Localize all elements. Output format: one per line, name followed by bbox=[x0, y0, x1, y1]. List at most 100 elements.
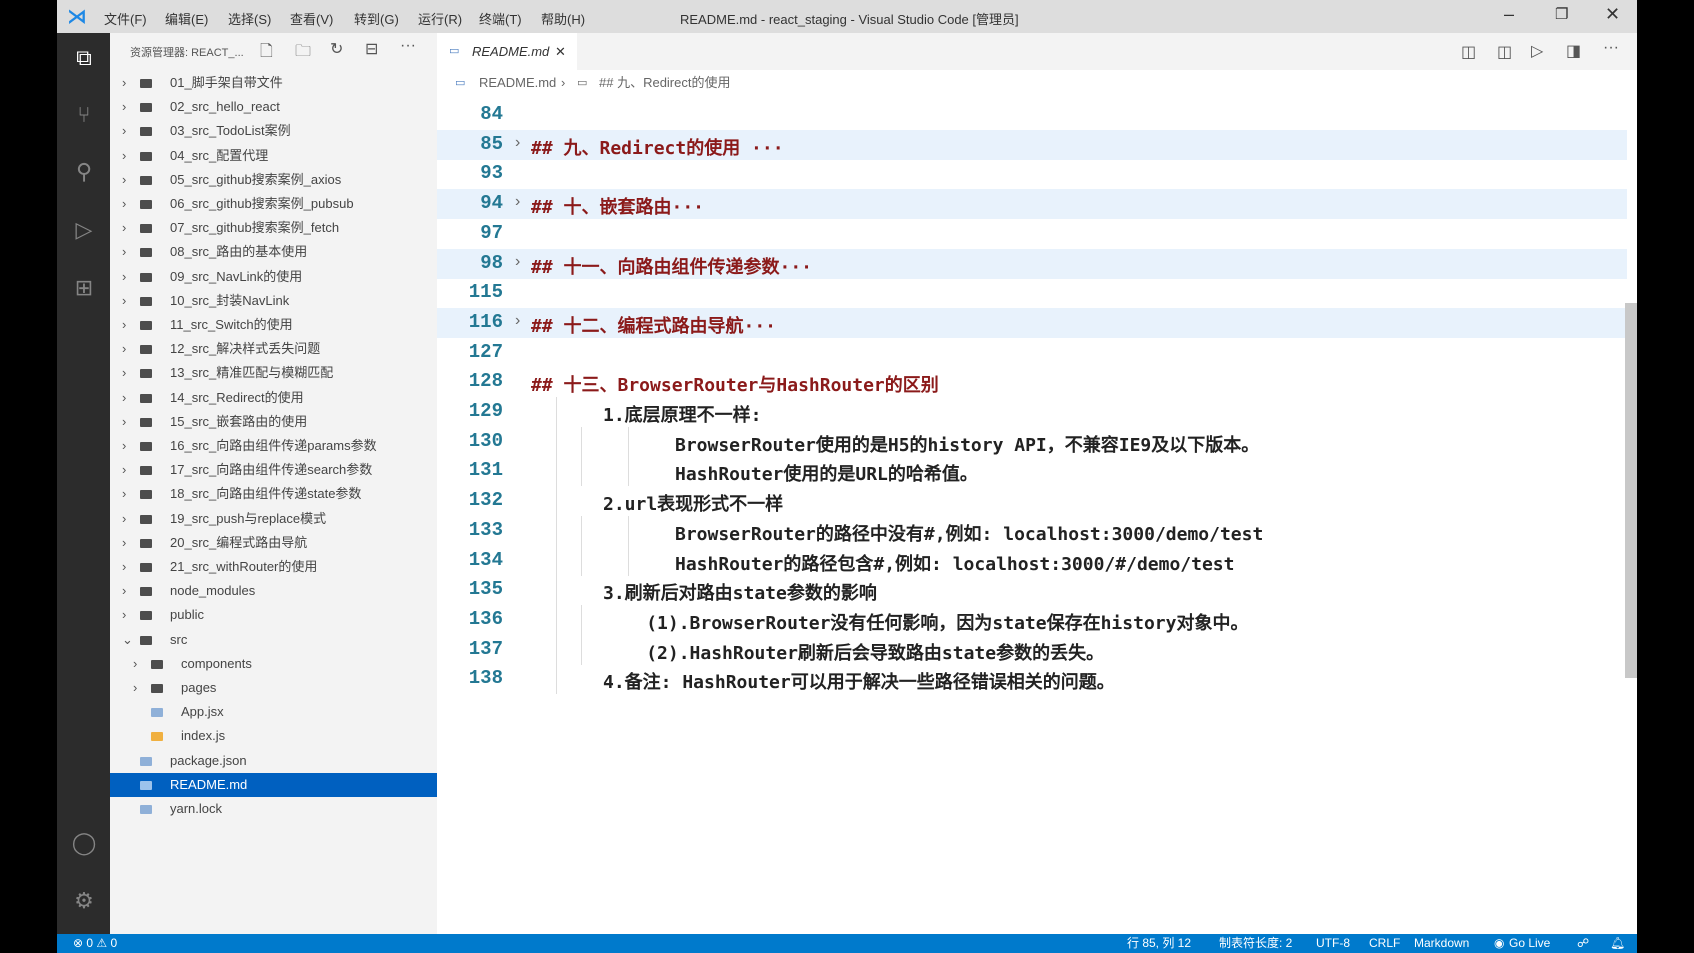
line-ending[interactable]: CRLF bbox=[1369, 934, 1400, 953]
file-tree-item[interactable]: › pages bbox=[110, 676, 437, 700]
language-mode[interactable]: Markdown bbox=[1414, 934, 1469, 953]
menu-item[interactable]: 终端(T) bbox=[479, 9, 522, 28]
breadcrumb-section[interactable]: ## 九、Redirect的使用 bbox=[599, 70, 730, 96]
file-tree-item[interactable]: › 08_src_路由的基本使用 bbox=[110, 240, 437, 264]
search-icon[interactable]: ⚲ bbox=[69, 157, 99, 187]
file-tree-item[interactable]: package.json bbox=[110, 749, 437, 773]
chevron-right-icon: › bbox=[122, 365, 127, 381]
code-text: 3.刷新后对路由state参数的影响 bbox=[603, 583, 877, 605]
file-tree-item[interactable]: › 06_src_github搜索案例_pubsub bbox=[110, 192, 437, 216]
tab-size[interactable]: 制表符长度: 2 bbox=[1219, 934, 1292, 953]
file-tree-item[interactable]: › 15_src_嵌套路由的使用 bbox=[110, 410, 437, 434]
close-button[interactable]: ✕ bbox=[1605, 4, 1620, 25]
file-tree-item[interactable]: › components bbox=[110, 652, 437, 676]
chevron-right-icon: › bbox=[133, 680, 138, 695]
file-tree-item[interactable]: App.jsx bbox=[110, 700, 437, 724]
tab-bar: ▭ README.md ✕ ◫ ◫ ▷ ◨ ··· bbox=[437, 33, 1637, 70]
tab-readme[interactable]: ▭ README.md ✕ bbox=[437, 33, 577, 70]
broadcast-icon: ◉ bbox=[1494, 936, 1505, 950]
menu-item[interactable]: 转到(G) bbox=[354, 9, 399, 28]
cursor-position[interactable]: 行 85, 列 12 bbox=[1127, 934, 1191, 953]
settings-gear-icon[interactable]: ⚙ bbox=[69, 886, 99, 916]
menu-item[interactable]: 查看(V) bbox=[290, 9, 333, 28]
notifications-bell-icon[interactable]: 🔔︎ bbox=[1610, 934, 1625, 953]
menu-item[interactable]: 文件(F) bbox=[104, 9, 147, 28]
new-folder-icon[interactable]: 🗀 bbox=[295, 40, 311, 67]
file-tree-item[interactable]: › 04_src_配置代理 bbox=[110, 144, 437, 168]
menu-item[interactable]: 选择(S) bbox=[228, 9, 271, 28]
tab-close-icon[interactable]: ✕ bbox=[555, 33, 566, 70]
file-tree-item[interactable]: › 07_src_github搜索案例_fetch bbox=[110, 216, 437, 240]
run-icon[interactable]: ▷ bbox=[1531, 41, 1543, 61]
breadcrumb-file[interactable]: README.md bbox=[479, 70, 556, 96]
line-number: 134 bbox=[468, 548, 503, 571]
run-debug-icon[interactable]: ▷ bbox=[69, 215, 99, 245]
menu-item[interactable]: 帮助(H) bbox=[541, 9, 585, 28]
file-tree-item[interactable]: index.js bbox=[110, 724, 437, 748]
fold-chevron-icon[interactable]: › bbox=[515, 253, 520, 271]
line-number: 138 bbox=[468, 667, 503, 690]
file-tree-label: 19_src_push与replace模式 bbox=[170, 510, 327, 526]
file-tree-item[interactable]: › 18_src_向路由组件传递state参数 bbox=[110, 482, 437, 506]
chevron-right-icon: › bbox=[122, 486, 127, 502]
code-editor[interactable]: 84 85 › ## 九、Redirect的使用 ··· 93 94 › ## 十、嵌套路由·… bbox=[437, 96, 1627, 934]
problems-indicator[interactable]: ⊗ 0 ⚠ 0 bbox=[73, 934, 117, 953]
file-tree-item[interactable]: › 13_src_精准匹配与模糊匹配 bbox=[110, 361, 437, 385]
file-tree-item[interactable]: › 14_src_Redirect的使用 bbox=[110, 386, 437, 410]
file-tree-item[interactable]: README.md bbox=[110, 772, 437, 797]
restore-button[interactable]: ❐ bbox=[1555, 5, 1568, 23]
split-editor-icon[interactable]: ◨ bbox=[1566, 41, 1581, 61]
chevron-right-icon: › bbox=[122, 413, 127, 429]
file-tree-item[interactable]: › node_modules bbox=[110, 579, 437, 603]
file-tree-item[interactable]: yarn.lock bbox=[110, 797, 437, 821]
indent-guide bbox=[556, 486, 557, 517]
minimize-button[interactable]: – bbox=[1504, 4, 1514, 25]
fold-chevron-icon[interactable]: › bbox=[515, 193, 520, 211]
indent-guide bbox=[556, 545, 557, 576]
line-number: 133 bbox=[468, 518, 503, 541]
code-line: 132 2.url表现形式不一样 bbox=[437, 486, 1627, 517]
markdown-heading: ## 十、嵌套路由··· bbox=[531, 197, 705, 219]
collapse-all-icon[interactable]: ⊟ bbox=[365, 39, 378, 59]
source-control-icon[interactable]: ⑂ bbox=[69, 100, 99, 130]
file-tree-item[interactable]: › 05_src_github搜索案例_axios bbox=[110, 168, 437, 192]
feedback-icon[interactable]: ☍ bbox=[1577, 934, 1589, 953]
fold-chevron-icon[interactable]: › bbox=[515, 134, 520, 152]
go-live-button[interactable]: Go Live bbox=[1509, 934, 1550, 953]
editor-more-icon[interactable]: ··· bbox=[1603, 39, 1619, 57]
file-tree-item[interactable]: › public bbox=[110, 603, 437, 627]
folder-icon bbox=[140, 224, 152, 234]
file-tree-item[interactable]: › 10_src_封装NavLink bbox=[110, 289, 437, 313]
file-tree-item[interactable]: › 19_src_push与replace模式 bbox=[110, 507, 437, 531]
new-file-icon[interactable]: 🗋 bbox=[260, 40, 273, 67]
refresh-icon[interactable]: ↻ bbox=[330, 39, 343, 59]
code-line: 94 › ## 十、嵌套路由··· bbox=[437, 189, 1627, 220]
file-tree-item[interactable]: › 16_src_向路由组件传递params参数 bbox=[110, 434, 437, 458]
fold-chevron-icon[interactable]: › bbox=[515, 312, 520, 330]
account-icon[interactable]: ◯ bbox=[69, 828, 99, 858]
preview-side-icon[interactable]: ◫ bbox=[1497, 42, 1512, 62]
file-tree-item[interactable]: › 20_src_编程式路由导航 bbox=[110, 531, 437, 555]
menu-item[interactable]: 运行(R) bbox=[418, 9, 462, 28]
file-tree-item[interactable]: › 03_src_TodoList案例 bbox=[110, 119, 437, 143]
code-line: 98 › ## 十一、向路由组件传递参数··· bbox=[437, 248, 1627, 279]
file-tree-item[interactable]: › 17_src_向路由组件传递search参数 bbox=[110, 458, 437, 482]
extensions-icon[interactable]: ⊞ bbox=[69, 273, 99, 303]
file-tree-item[interactable]: › 01_脚手架自带文件 bbox=[110, 71, 437, 95]
folder-icon bbox=[140, 611, 152, 621]
file-tree-item[interactable]: › 09_src_NavLink的使用 bbox=[110, 265, 437, 289]
file-tree-item[interactable]: › 02_src_hello_react bbox=[110, 95, 437, 119]
encoding[interactable]: UTF-8 bbox=[1316, 934, 1350, 953]
file-tree-item[interactable]: ⌄ src bbox=[110, 628, 437, 652]
file-tree-item[interactable]: › 11_src_Switch的使用 bbox=[110, 313, 437, 337]
file-tree-item[interactable]: › 12_src_解决样式丢失问题 bbox=[110, 337, 437, 361]
file-tree-item[interactable]: › 21_src_withRouter的使用 bbox=[110, 555, 437, 579]
menu-item[interactable]: 编辑(E) bbox=[165, 9, 208, 28]
scrollbar[interactable] bbox=[1625, 303, 1637, 678]
chevron-right-icon: › bbox=[133, 655, 138, 671]
file-tree-label: yarn.lock bbox=[170, 801, 223, 816]
more-actions-icon[interactable]: ··· bbox=[400, 37, 416, 55]
folder-icon bbox=[140, 151, 152, 161]
open-preview-icon[interactable]: ◫ bbox=[1461, 42, 1476, 62]
explorer-icon[interactable]: ⧉ bbox=[69, 43, 99, 73]
